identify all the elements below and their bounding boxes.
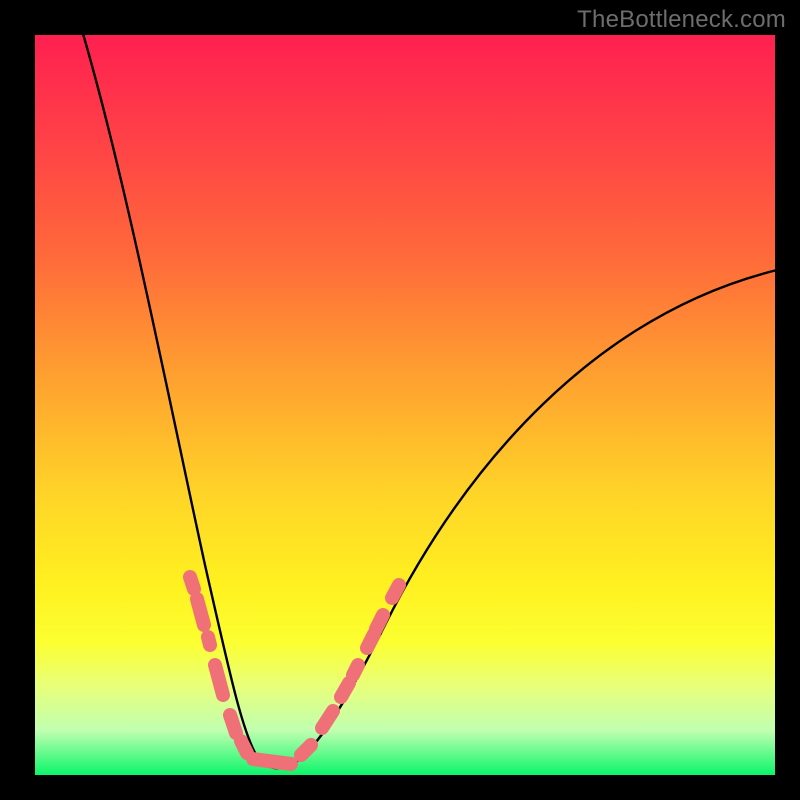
watermark-text: TheBottleneck.com: [577, 6, 786, 34]
curve-svg: [35, 35, 775, 775]
marker-cluster-left: [190, 577, 223, 695]
marker-cluster-right: [322, 585, 399, 728]
marker-seg: [190, 577, 194, 589]
marker-seg: [392, 585, 399, 598]
marker-seg: [230, 715, 236, 733]
marker-seg: [367, 634, 374, 648]
marker-seg: [376, 615, 383, 629]
marker-seg: [197, 599, 204, 625]
chart-frame: TheBottleneck.com: [0, 0, 800, 800]
marker-seg: [322, 711, 333, 728]
marker-seg: [208, 637, 210, 645]
marker-seg: [353, 665, 358, 675]
marker-seg: [341, 683, 349, 697]
marker-seg: [215, 665, 223, 695]
plot-area: [35, 35, 775, 775]
bottleneck-curve: [81, 27, 777, 768]
marker-seg: [301, 745, 311, 755]
marker-seg: [241, 741, 247, 753]
marker-seg: [253, 759, 291, 764]
